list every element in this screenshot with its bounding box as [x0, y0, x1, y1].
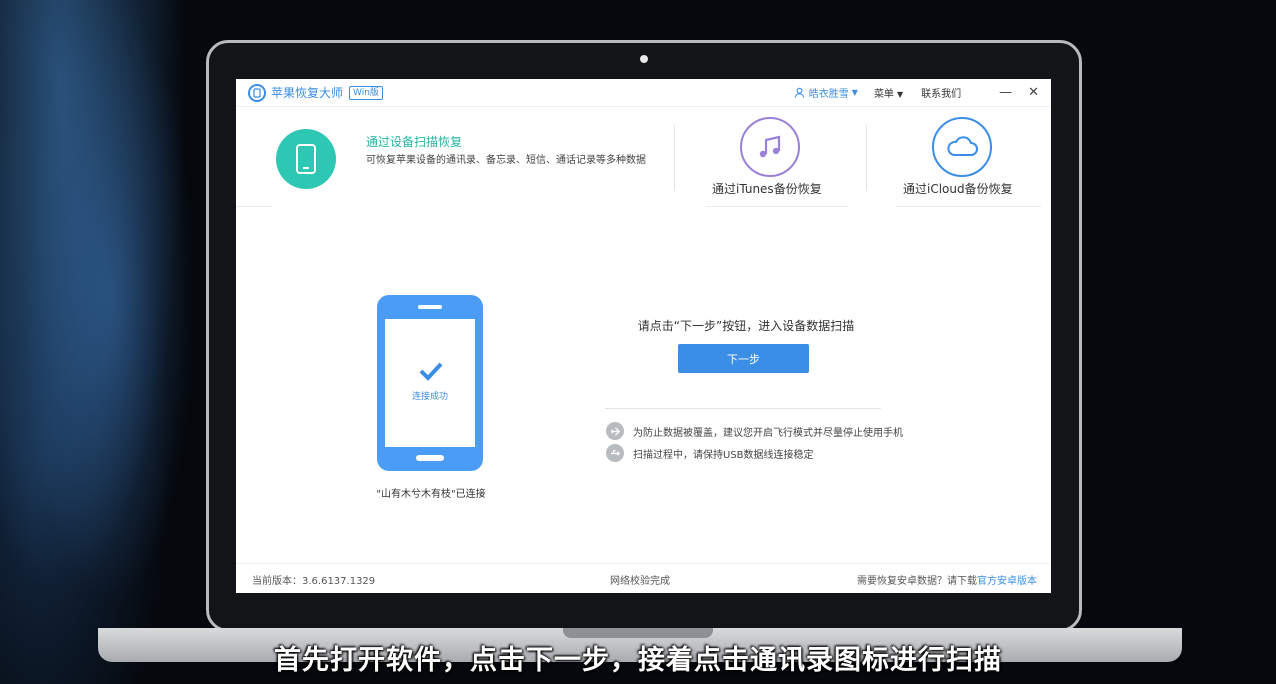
divider [605, 408, 881, 409]
main-menu-button[interactable]: 菜单 ▼ [874, 85, 903, 100]
android-version-link[interactable]: 官方安卓版本 [977, 576, 1037, 587]
tab-separator [866, 125, 867, 191]
tip-text: 为防止数据被覆盖，建议您开启飞行模式并尽量停止使用手机 [633, 427, 903, 439]
laptop-notch [563, 628, 713, 638]
tab-icloud[interactable] [932, 117, 992, 177]
status-bar: 当前版本：3.6.6137.1329 网络校验完成 需要恢复安卓数据？请下载官方… [236, 563, 1051, 593]
menu-label: 菜单 [873, 89, 894, 100]
tip-text: 扫描过程中，请保持USB数据线连接稳定 [633, 449, 814, 461]
app-logo-icon [248, 83, 266, 102]
device-status: "山有木兮木有枝"已连接 [376, 489, 486, 500]
user-menu[interactable]: 皓衣胜雪 ▼ [794, 85, 858, 100]
phone-home-button [416, 455, 444, 461]
usb-icon [606, 444, 624, 462]
contact-us-link[interactable]: 联系我们 [921, 85, 961, 100]
scan-prompt: 请点击“下一步”按钮，进入设备数据扫描 [637, 319, 855, 333]
check-icon [419, 362, 443, 381]
tip-usb-connection: 扫描过程中，请保持USB数据线连接稳定 [606, 444, 814, 462]
user-icon [794, 87, 804, 98]
chevron-down-icon: ▼ [851, 88, 858, 97]
next-step-button[interactable]: 下一步 [678, 344, 809, 373]
tab-underline [896, 206, 1041, 207]
tab-underline [236, 206, 272, 207]
network-status: 网络校验完成 [610, 576, 670, 587]
android-download-hint: 需要恢复安卓数据？请下载官方安卓版本 [857, 572, 1037, 587]
app-name: 苹果恢复大师 [271, 86, 344, 100]
phone-screen: 连接成功 [385, 319, 475, 447]
airplane-icon [606, 422, 624, 440]
version-text: 当前版本：3.6.6137.1329 [252, 576, 376, 587]
music-note-icon [759, 135, 781, 158]
connected-phone-illustration: 连接成功 [377, 295, 483, 471]
android-prefix: 需要恢复安卓数据？请下载 [857, 576, 977, 587]
video-caption: 首先打开软件，点击下一步，接着点击通讯录图标进行扫描 [274, 645, 1002, 676]
phone-speaker [418, 305, 442, 309]
connected-text: 连接成功 [411, 392, 448, 402]
minimize-icon[interactable]: — [999, 85, 1012, 100]
tab-device-desc: 可恢复苹果设备的通讯录、备忘录、短信、通话记录等多种数据 [366, 155, 646, 166]
phone-icon [276, 129, 336, 189]
tab-itunes[interactable] [740, 117, 800, 177]
recovery-mode-tabs: 通过设备扫描恢复 可恢复苹果设备的通讯录、备忘录、短信、通话记录等多种数据 通过… [236, 107, 1051, 207]
edition-badge: Win版 [349, 85, 383, 100]
tip-airplane-mode: 为防止数据被覆盖，建议您开启飞行模式并尽量停止使用手机 [606, 422, 903, 440]
close-icon[interactable]: ✕ [1028, 85, 1039, 100]
app-window: 苹果恢复大师 Win版 皓衣胜雪 ▼ 菜单 ▼ 联系我们 — ✕ 通过设备扫描恢复… [236, 79, 1051, 593]
cloud-icon [947, 136, 978, 156]
tab-device-scan[interactable] [276, 129, 336, 189]
laptop-camera [640, 55, 648, 63]
chevron-down-icon: ▼ [896, 90, 904, 99]
tab-underline [706, 206, 848, 207]
tab-separator [674, 125, 675, 191]
tab-device-title[interactable]: 通过设备扫描恢复 [366, 133, 462, 150]
title-bar-controls: 皓衣胜雪 ▼ 菜单 ▼ 联系我们 — ✕ [794, 79, 1039, 106]
tab-icloud-label[interactable]: 通过iCloud备份恢复 [903, 180, 1013, 197]
tab-itunes-label[interactable]: 通过iTunes备份恢复 [712, 180, 822, 197]
title-bar: 苹果恢复大师 Win版 皓衣胜雪 ▼ 菜单 ▼ 联系我们 — ✕ [236, 79, 1051, 107]
user-name: 皓衣胜雪 [808, 89, 849, 100]
background-glow [0, 0, 210, 684]
